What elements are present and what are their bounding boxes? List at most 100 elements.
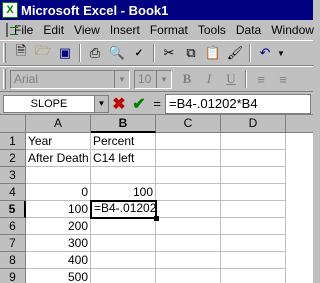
cell-d5[interactable] <box>221 201 286 218</box>
cell-a4[interactable]: 0 <box>26 184 91 201</box>
column-header-c[interactable]: C <box>156 115 221 133</box>
menu-bar: File Edit View Insert Format Tools Data … <box>0 20 314 40</box>
menu-view[interactable]: View <box>69 23 105 37</box>
chevron-down-icon[interactable]: ▼ <box>94 95 108 112</box>
row-header-3[interactable]: 3 <box>0 167 26 184</box>
cell-b2[interactable]: C14 left <box>91 150 156 167</box>
row-header-8[interactable]: 8 <box>0 252 26 269</box>
fill-handle[interactable] <box>154 216 159 221</box>
menu-format[interactable]: Format <box>145 23 193 37</box>
cell-b1[interactable]: Percent <box>91 133 156 150</box>
window-title: Microsoft Excel - Book1 <box>21 2 169 18</box>
cell-c4[interactable] <box>156 184 221 201</box>
print-preview-icon[interactable]: 🔍 <box>106 42 128 64</box>
cell-d7[interactable] <box>221 235 286 252</box>
toolbar-separator <box>249 44 251 62</box>
chevron-down-icon[interactable]: ▼ <box>156 70 171 88</box>
row-header-7[interactable]: 7 <box>0 235 26 252</box>
menu-window[interactable]: Window <box>266 23 319 37</box>
cell-b4[interactable]: 100 <box>91 184 156 201</box>
new-icon[interactable]: 🗎 <box>10 42 32 64</box>
row-header-2[interactable]: 2 <box>0 150 26 167</box>
cell-a2[interactable]: After Death <box>26 150 91 167</box>
align-center-icon[interactable]: ≡ <box>272 68 294 90</box>
cell-a7[interactable]: 300 <box>26 235 91 252</box>
cell-d8[interactable] <box>221 252 286 269</box>
print-icon[interactable]: ⎙ <box>84 42 106 64</box>
row-header-1[interactable]: 1 <box>0 133 26 150</box>
column-header-d[interactable]: D <box>221 115 286 133</box>
edit-formula-icon[interactable]: = <box>149 96 165 111</box>
cancel-icon[interactable]: ✖ <box>109 94 129 114</box>
toolbar-separator <box>79 44 81 62</box>
cell-c9[interactable] <box>156 269 221 283</box>
row-header-4[interactable]: 4 <box>0 184 26 201</box>
paste-icon[interactable]: 📋 <box>202 42 224 64</box>
toolbar-grip[interactable] <box>3 43 6 63</box>
cell-b9[interactable] <box>91 269 156 283</box>
cell-c3[interactable] <box>156 167 221 184</box>
menu-insert[interactable]: Insert <box>105 23 145 37</box>
undo-icon[interactable]: ↶ <box>254 42 276 64</box>
cell-d1[interactable] <box>221 133 286 150</box>
align-left-icon[interactable]: ≡ <box>250 68 272 90</box>
enter-icon[interactable]: ✔ <box>129 94 149 114</box>
cell-c7[interactable] <box>156 235 221 252</box>
column-header-b[interactable]: B <box>91 115 156 133</box>
cell-d2[interactable] <box>221 150 286 167</box>
cell-a6[interactable]: 200 <box>26 218 91 235</box>
cell-d3[interactable] <box>221 167 286 184</box>
cell-d9[interactable] <box>221 269 286 283</box>
standard-toolbar: 🗎 🗁 ▣ ⎙ 🔍 ✓ ✂ ⧉ 📋 🖌 ↶ ▼ <box>0 40 313 66</box>
cell-a9[interactable]: 500 <box>26 269 91 283</box>
cell-c5[interactable] <box>156 201 221 218</box>
cell-b7[interactable] <box>91 235 156 252</box>
spreadsheet-grid: A B C D 1 2 3 4 5 6 7 8 9 Year Percent A… <box>0 115 313 283</box>
toolbar-separator <box>153 44 155 62</box>
menu-data[interactable]: Data <box>231 23 266 37</box>
cell-a8[interactable]: 400 <box>26 252 91 269</box>
cell-c6[interactable] <box>156 218 221 235</box>
chevron-down-icon[interactable]: ▼ <box>114 70 129 88</box>
formula-input[interactable]: =B4-.01202*B4 <box>165 93 311 114</box>
font-value: Arial <box>14 72 39 86</box>
column-header-a[interactable]: A <box>26 115 91 133</box>
workbook-icon[interactable] <box>6 23 18 37</box>
cell-d6[interactable] <box>221 218 286 235</box>
copy-icon[interactable]: ⧉ <box>180 42 202 64</box>
cell-b3[interactable] <box>91 167 156 184</box>
cell-b5-active[interactable]: =B4-.01202*B4 <box>90 200 157 219</box>
row-header-9[interactable]: 9 <box>0 269 26 283</box>
name-box[interactable]: SLOPE ▼ <box>3 94 109 113</box>
underline-icon[interactable]: U <box>220 68 242 90</box>
formula-bar: SLOPE ▼ ✖ ✔ = =B4-.01202*B4 <box>0 93 313 115</box>
menu-tools[interactable]: Tools <box>193 23 231 37</box>
cell-a3[interactable] <box>26 167 91 184</box>
cell-c8[interactable] <box>156 252 221 269</box>
spelling-icon[interactable]: ✓ <box>128 42 150 64</box>
font-select[interactable]: Arial ▼ <box>10 69 130 89</box>
cell-b8[interactable] <box>91 252 156 269</box>
cut-icon[interactable]: ✂ <box>158 42 180 64</box>
cell-b6[interactable] <box>91 218 156 235</box>
cell-c2[interactable] <box>156 150 221 167</box>
bold-icon[interactable]: B <box>176 68 198 90</box>
select-all-corner[interactable] <box>0 115 26 133</box>
menu-edit[interactable]: Edit <box>38 23 69 37</box>
format-painter-icon[interactable]: 🖌 <box>224 42 246 64</box>
row-header-5[interactable]: 5 <box>0 201 26 218</box>
excel-icon[interactable]: X <box>2 2 18 18</box>
cell-a1[interactable]: Year <box>26 133 91 150</box>
font-size-value: 10 <box>138 72 152 86</box>
open-icon[interactable]: 🗁 <box>32 42 54 64</box>
column-header-e[interactable] <box>286 115 313 133</box>
cell-a5[interactable]: 100 <box>26 201 91 218</box>
undo-dropdown-icon[interactable]: ▼ <box>276 42 286 64</box>
toolbar-grip[interactable] <box>3 69 6 89</box>
font-size-select[interactable]: 10 ▼ <box>134 69 172 89</box>
save-icon[interactable]: ▣ <box>54 42 76 64</box>
cell-d4[interactable] <box>221 184 286 201</box>
row-header-6[interactable]: 6 <box>0 218 26 235</box>
italic-icon[interactable]: I <box>198 68 220 90</box>
cell-c1[interactable] <box>156 133 221 150</box>
